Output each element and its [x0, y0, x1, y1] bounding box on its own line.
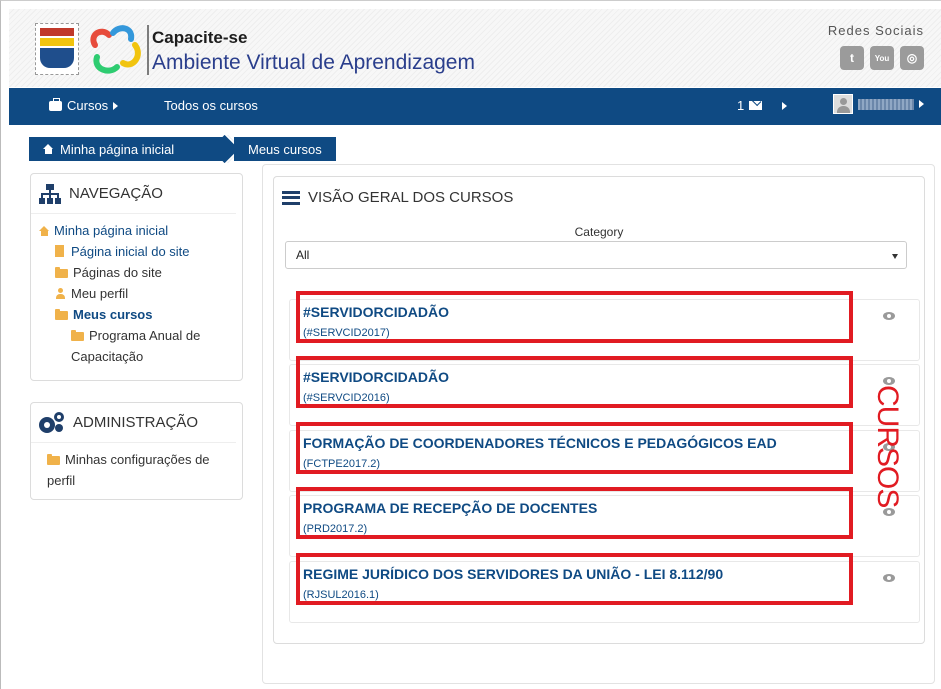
brand-title[interactable]: Capacite-se — [152, 28, 247, 48]
eye-icon[interactable] — [883, 312, 895, 320]
course-item[interactable]: FORMAÇÃO DE COORDENADORES TÉCNICOS E PED… — [289, 422, 920, 492]
folder-icon — [55, 267, 68, 278]
folder-icon — [55, 309, 68, 320]
course-title-link[interactable]: REGIME JURÍDICO DOS SERVIDORES DA UNIÃO … — [303, 566, 723, 582]
gears-icon — [39, 411, 65, 434]
breadcrumb-current-link[interactable]: Meus cursos — [234, 137, 336, 161]
course-title-link[interactable]: PROGRAMA DE RECEPÇÃO DE DOCENTES — [303, 500, 597, 516]
nav-item-label: Meu perfil — [71, 286, 129, 301]
youtube-icon[interactable]: You — [870, 46, 894, 70]
course-shortname: (PRD2017.2) — [303, 523, 368, 535]
nav-courses-label: Cursos — [67, 98, 109, 113]
administration-title: ADMINISTRAÇÃO — [73, 414, 199, 431]
site-header: Capacite-se Ambiente Virtual de Aprendiz… — [9, 9, 941, 87]
menu-icon — [282, 190, 300, 205]
administration-block-header[interactable]: ADMINISTRAÇÃO — [31, 403, 236, 443]
capacite-logo-icon[interactable] — [87, 23, 145, 75]
home-icon — [39, 226, 50, 236]
briefcase-icon — [49, 97, 62, 111]
breadcrumb-home-label: Minha página inicial — [60, 141, 175, 157]
messages-count: 1 — [737, 98, 745, 113]
course-title-link[interactable]: FORMAÇÃO DE COORDENADORES TÉCNICOS E PED… — [303, 435, 777, 451]
caret-right-icon — [919, 100, 924, 108]
university-crest-logo[interactable] — [35, 23, 79, 75]
course-item[interactable]: #SERVIDORCIDADÃO (#SERVCID2017) — [289, 291, 920, 361]
course-overview-block: VISÃO GERAL DOS CURSOS Category All #SER… — [273, 176, 925, 644]
nav-item-label: Programa Anual de Capacitação — [71, 328, 201, 364]
social-networks-label: Redes Sociais — [827, 23, 924, 38]
folder-icon — [47, 454, 60, 465]
navigation-title: NAVEGAÇÃO — [69, 185, 163, 202]
eye-icon[interactable] — [883, 574, 895, 582]
breadcrumb: Minha página inicial Meus cursos — [29, 137, 336, 161]
admin-item-profile-settings[interactable]: Minhas configurações de perfil — [39, 449, 234, 491]
file-icon — [55, 245, 64, 257]
nav-item-annual-program[interactable]: Programa Anual de Capacitação — [39, 325, 234, 367]
course-shortname: (#SERVCID2017) — [303, 327, 390, 339]
course-overview-header: VISÃO GERAL DOS CURSOS — [282, 189, 513, 206]
nav-messages-menu[interactable]: 1 — [737, 98, 788, 113]
nav-courses-menu[interactable]: Cursos — [49, 97, 119, 113]
administration-tree: Minhas configurações de perfil — [31, 443, 242, 497]
folder-icon — [71, 330, 84, 341]
course-item[interactable]: REGIME JURÍDICO DOS SERVIDORES DA UNIÃO … — [289, 553, 920, 623]
course-title-link[interactable]: #SERVIDORCIDADÃO — [303, 304, 449, 320]
course-shortname: (RJSUL2016.1) — [303, 589, 379, 601]
nav-all-courses-link[interactable]: Todos os cursos — [164, 98, 258, 113]
breadcrumb-home-link[interactable]: Minha página inicial — [29, 137, 226, 161]
nav-item-label: Páginas do site — [73, 265, 162, 280]
navigation-tree: Minha página inicial Página inicial do s… — [31, 214, 242, 373]
nav-item-dashboard[interactable]: Minha página inicial — [39, 220, 234, 241]
user-icon — [55, 288, 65, 299]
course-overview-title: VISÃO GERAL DOS CURSOS — [308, 189, 514, 206]
navigation-block: NAVEGAÇÃO Minha página inicial Página in… — [30, 173, 243, 381]
navigation-block-header[interactable]: NAVEGAÇÃO — [31, 174, 236, 214]
caret-right-icon — [782, 101, 788, 110]
course-shortname: (FCTPE2017.2) — [303, 458, 381, 470]
brand-divider — [147, 25, 149, 75]
category-label: Category — [574, 225, 624, 239]
nav-item-my-profile[interactable]: Meu perfil — [39, 283, 234, 304]
nav-item-label[interactable]: Meus cursos — [73, 307, 152, 322]
eye-icon[interactable] — [883, 377, 895, 385]
course-shortname: (#SERVCID2016) — [303, 392, 390, 404]
user-name-redacted — [858, 98, 914, 110]
home-icon — [43, 144, 54, 154]
nav-item-site-home[interactable]: Página inicial do site — [39, 241, 234, 262]
course-title-link[interactable]: #SERVIDORCIDADÃO — [303, 369, 449, 385]
course-item[interactable]: #SERVIDORCIDADÃO (#SERVCID2016) — [289, 356, 920, 426]
other-social-icon[interactable]: ◎ — [900, 46, 924, 70]
category-select[interactable]: All — [285, 241, 907, 269]
nav-item-label[interactable]: Página inicial do site — [71, 244, 190, 259]
nav-item-my-courses[interactable]: Meus cursos — [39, 304, 234, 325]
envelope-icon — [749, 101, 763, 110]
caret-right-icon — [113, 101, 119, 110]
course-item[interactable]: PROGRAMA DE RECEPÇÃO DE DOCENTES (PRD201… — [289, 487, 920, 557]
administration-block: ADMINISTRAÇÃO Minhas configurações de pe… — [30, 402, 243, 500]
top-navbar: Cursos Todos os cursos 1 — [9, 88, 941, 125]
annotation-label: CURSOS — [871, 385, 904, 508]
admin-item-label: Minhas configurações de perfil — [47, 452, 210, 488]
sitemap-icon — [39, 183, 61, 204]
avatar — [833, 94, 853, 114]
brand-subtitle[interactable]: Ambiente Virtual de Aprendizagem — [152, 51, 475, 75]
category-selected-value: All — [296, 248, 310, 262]
browser-viewport: Capacite-se Ambiente Virtual de Aprendiz… — [0, 0, 941, 689]
twitter-icon[interactable]: t — [840, 46, 864, 70]
nav-user-menu[interactable] — [833, 94, 924, 114]
nav-item-label[interactable]: Minha página inicial — [54, 223, 168, 238]
social-icons: t You ◎ — [840, 46, 924, 70]
nav-item-site-pages[interactable]: Páginas do site — [39, 262, 234, 283]
caret-down-icon — [892, 254, 898, 259]
